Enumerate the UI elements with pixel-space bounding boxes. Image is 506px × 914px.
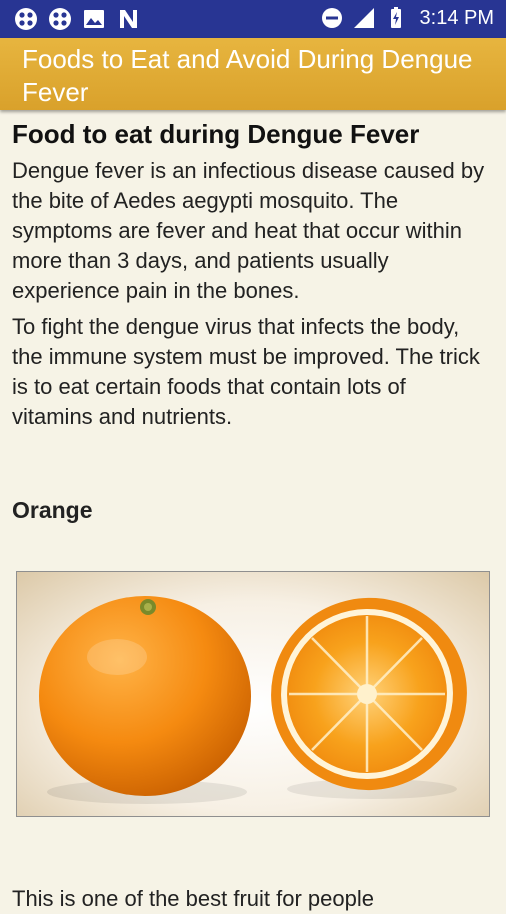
- article-content: Food to eat during Dengue Fever Dengue f…: [12, 116, 492, 432]
- food-title: Orange: [12, 497, 93, 523]
- page-title: Foods to Eat and Avoid During Dengue Fev…: [22, 44, 473, 107]
- status-bar-notifications: [14, 7, 140, 31]
- article-paragraph-2: To fight the dengue virus that infects t…: [12, 314, 480, 429]
- whole-orange: [39, 596, 251, 796]
- status-clock: 3:14 PM: [419, 6, 494, 29]
- status-bar: 3:14 PM: [0, 0, 506, 38]
- n-notification-icon: [120, 10, 137, 28]
- status-bar-system: 3:14 PM: [320, 6, 494, 30]
- food-description: This is one of the best fruit for people: [12, 886, 374, 911]
- app-grid-icon: [15, 8, 37, 30]
- article-paragraph-1: Dengue fever is an infectious disease ca…: [12, 158, 485, 303]
- image-icon: [84, 10, 104, 28]
- orange-illustration: [39, 596, 467, 804]
- battery-icon: [390, 7, 401, 28]
- signal-icon: [353, 8, 374, 28]
- orange-fruit-image: [16, 571, 490, 817]
- do-not-disturb-icon: [321, 8, 342, 28]
- app-bar: Foods to Eat and Avoid During Dengue Fev…: [0, 38, 506, 110]
- app-grid-icon: [49, 8, 71, 30]
- article-heading: Food to eat during Dengue Fever: [12, 119, 420, 149]
